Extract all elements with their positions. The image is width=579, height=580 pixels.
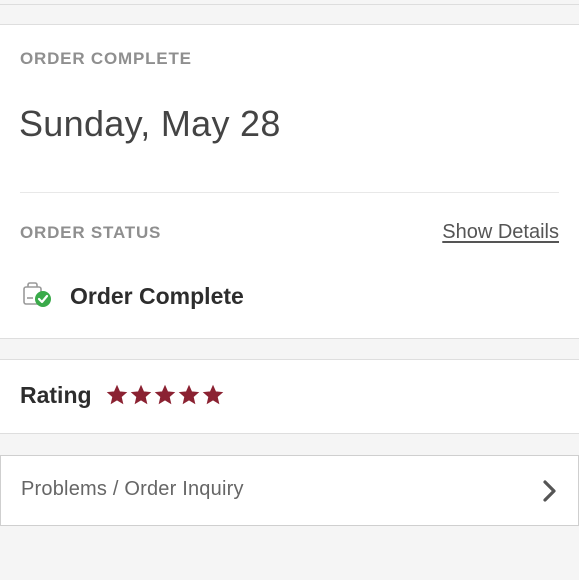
- chevron-right-icon: [540, 478, 560, 504]
- show-details-link[interactable]: Show Details: [442, 221, 559, 244]
- star-icon[interactable]: [130, 384, 152, 406]
- star-icon[interactable]: [202, 384, 224, 406]
- section-divider: [20, 192, 559, 193]
- order-date: Sunday, May 28: [19, 103, 281, 144]
- order-card: ORDER COMPLETE Sunday, May 28 ORDER STAT…: [0, 24, 579, 339]
- rating-label: Rating: [20, 382, 92, 408]
- order-complete-eyebrow: ORDER COMPLETE: [20, 49, 192, 68]
- order-status-row: Order Complete: [22, 280, 244, 312]
- rating-card: Rating: [0, 359, 579, 434]
- inquiry-label: Problems / Order Inquiry: [21, 478, 244, 500]
- order-status-text: Order Complete: [70, 282, 244, 309]
- bag-check-icon: [22, 282, 54, 310]
- rating-stars[interactable]: [106, 384, 224, 406]
- star-icon[interactable]: [178, 384, 200, 406]
- problems-order-inquiry-row[interactable]: Problems / Order Inquiry: [0, 455, 579, 526]
- top-strip: [0, 0, 579, 24]
- top-divider: [0, 4, 579, 5]
- star-icon[interactable]: [106, 384, 128, 406]
- order-status-eyebrow: ORDER STATUS: [20, 223, 162, 242]
- star-icon[interactable]: [154, 384, 176, 406]
